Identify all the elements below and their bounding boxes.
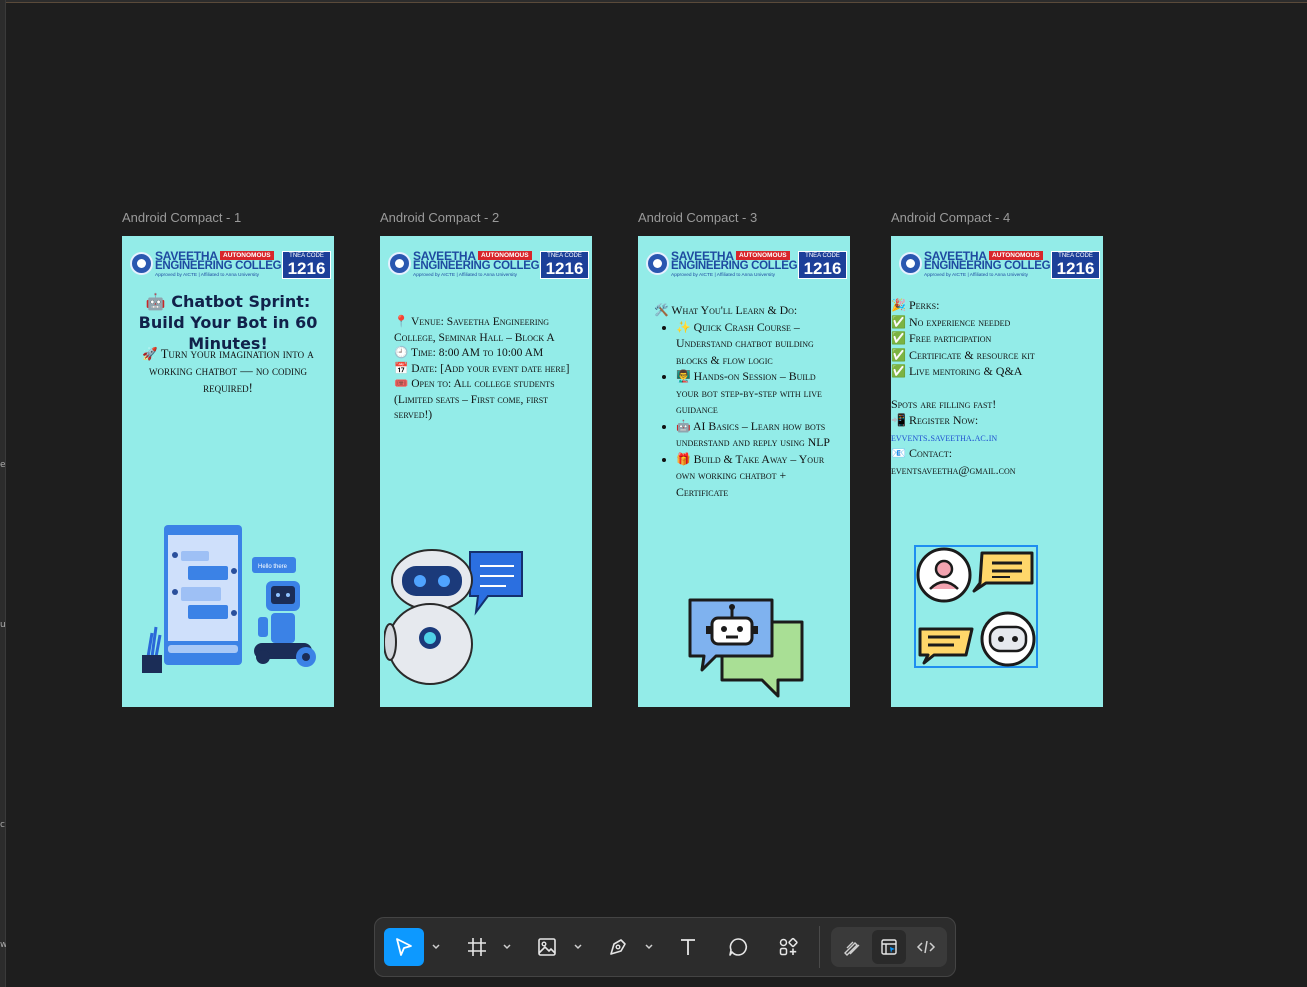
logo-line3: Approved by AICTE | Affiliated to Anna U… (413, 273, 518, 278)
tnea-code-value: 1216 (545, 259, 584, 278)
list-item: ✨ Quick Crash Course – Understand chatbo… (676, 319, 838, 369)
frame-label-2[interactable]: Android Compact - 2 (380, 210, 499, 225)
perk-item: ✅ Certificate & resource kit (891, 347, 1035, 362)
chevron-down-icon[interactable] (502, 938, 512, 956)
logo-line2: ENGINEERING COLLEGE (413, 260, 547, 272)
chatbot-bubble-icon (688, 598, 804, 698)
conversation-icon (914, 545, 1038, 668)
college-emblem-icon (646, 252, 669, 275)
event-subtitle: 🚀 Turn your imagination into a working c… (142, 347, 314, 395)
draw-mode-button[interactable] (835, 930, 869, 964)
frame-hash-icon (468, 938, 486, 956)
event-title: 🤖 Chatbot Sprint: Build Your Bot in 60 M… (138, 292, 318, 353)
logo-autonomous-badge: AUTONOMOUS (220, 251, 274, 260)
frame-android-compact-4[interactable]: SAVEETHA AUTONOMOUS ENGINEERING COLLEGE … (891, 236, 1103, 707)
image-tool-button[interactable] (527, 928, 567, 966)
tnea-code-badge: TNEA CODE 1216 (798, 251, 847, 279)
logo-line2: ENGINEERING COLLEGE (671, 260, 805, 272)
robot-speech-bubble-text: Hello there (258, 564, 288, 570)
spots-text: Spots are filling fast! (891, 396, 997, 411)
move-tool-button[interactable] (384, 928, 424, 966)
frame-android-compact-1[interactable]: SAVEETHA AUTONOMOUS ENGINEERING COLLEGE … (122, 236, 334, 707)
contact-email: eventsaveetha@gmail.con (891, 462, 1016, 477)
frame-tool-button[interactable] (457, 928, 497, 966)
list-item: 🎁 Build & Take Away – Your own working c… (676, 451, 838, 501)
register-link[interactable]: evvents.saveetha.ac.in (891, 429, 1103, 446)
chat-robot-illustration: Hello there (142, 525, 316, 673)
college-emblem-icon (899, 252, 922, 275)
time-text: 🕘 Time: 8:00 AM to 10:00 AM (394, 347, 544, 359)
chevron-down-icon[interactable] (431, 938, 441, 956)
perk-item: ✅ No experience needed (891, 314, 1011, 329)
list-item: 🤖 AI Basics – Learn how bots understand … (676, 418, 838, 451)
tnea-code-badge: TNEA CODE 1216 (282, 251, 331, 279)
text-icon (681, 939, 695, 955)
frame-android-compact-3[interactable]: SAVEETHA AUTONOMOUS ENGINEERING COLLEGE … (638, 236, 850, 707)
components-icon (779, 937, 798, 956)
venue-text: 📍 Venue: Saveetha Engineering College, S… (394, 316, 555, 344)
perks-heading: 🎉 Perks: (891, 298, 940, 312)
date-text: 📅 Date: [Add your event date here] (394, 362, 570, 375)
actions-tool-button[interactable] (768, 928, 808, 966)
bottom-toolbar (374, 917, 956, 977)
logo-line2: ENGINEERING COLLEGE (924, 260, 1058, 272)
chevron-down-icon[interactable] (573, 938, 583, 956)
college-emblem-icon (130, 252, 153, 275)
draw-icon (844, 941, 860, 956)
text-tool-button[interactable] (668, 928, 708, 966)
cursor-icon (396, 938, 412, 956)
list-item: 👨‍🏫 Hands-on Session – Build your bot st… (676, 368, 838, 418)
pen-icon (610, 939, 626, 955)
logo-line2: ENGINEERING COLLEGE (155, 260, 289, 272)
contact-label: 📧 Contact: (891, 446, 953, 460)
tnea-code-value: 1216 (1056, 259, 1095, 278)
college-emblem-icon (388, 252, 411, 275)
chevron-down-icon[interactable] (644, 938, 654, 956)
design-mode-icon (881, 939, 897, 955)
event-details: 📍 Venue: Saveetha Engineering College, S… (394, 315, 586, 424)
college-logo: SAVEETHA AUTONOMOUS ENGINEERING COLLEGE … (130, 249, 332, 281)
logo-autonomous-badge: AUTONOMOUS (478, 251, 532, 260)
comment-tool-button[interactable] (718, 928, 758, 966)
frame-label-3[interactable]: Android Compact - 3 (638, 210, 757, 225)
tnea-code-value: 1216 (803, 259, 842, 278)
frame-label-4[interactable]: Android Compact - 4 (891, 210, 1010, 225)
open-to-text: 🎟️ Open to: All college students (Limite… (394, 378, 555, 421)
register-label: 📲 Register Now: (891, 413, 979, 427)
logo-line3: Approved by AICTE | Affiliated to Anna U… (671, 273, 776, 278)
code-icon (916, 940, 936, 954)
logo-autonomous-badge: AUTONOMOUS (736, 251, 790, 260)
mode-switcher (831, 927, 947, 967)
image-icon (538, 938, 556, 956)
perk-item: ✅ Live mentoring & Q&A (891, 364, 1023, 378)
pen-tool-button[interactable] (598, 928, 638, 966)
perks-section: 🎉 Perks: ✅ No experience needed ✅ Free p… (891, 297, 1103, 478)
robot-chat-illustration (384, 549, 523, 685)
tnea-code-badge: TNEA CODE 1216 (540, 251, 589, 279)
logo-line3: Approved by AICTE | Affiliated to Anna U… (924, 273, 1029, 278)
frame-label-1[interactable]: Android Compact - 1 (122, 210, 241, 225)
college-logo: SAVEETHA AUTONOMOUS ENGINEERING COLLEGE … (388, 249, 590, 281)
design-mode-button[interactable] (872, 930, 906, 964)
comment-icon (729, 938, 747, 956)
dev-mode-button[interactable] (909, 930, 943, 964)
college-logo: SAVEETHA AUTONOMOUS ENGINEERING COLLEGE … (646, 249, 848, 281)
perk-item: ✅ Free participation (891, 331, 992, 345)
toolbar-divider (819, 926, 820, 968)
learning-list: 🛠️ What You'll Learn & Do: ✨ Quick Crash… (654, 302, 838, 500)
tnea-code-badge: TNEA CODE 1216 (1051, 251, 1100, 279)
logo-line3: Approved by AICTE | Affiliated to Anna U… (155, 273, 260, 278)
college-logo: SAVEETHA AUTONOMOUS ENGINEERING COLLEGE … (899, 249, 1101, 281)
tnea-code-value: 1216 (287, 259, 326, 278)
learning-heading: 🛠️ What You'll Learn & Do: (654, 303, 798, 317)
logo-autonomous-badge: AUTONOMOUS (989, 251, 1043, 260)
frame-android-compact-2[interactable]: SAVEETHA AUTONOMOUS ENGINEERING COLLEGE … (380, 236, 592, 707)
